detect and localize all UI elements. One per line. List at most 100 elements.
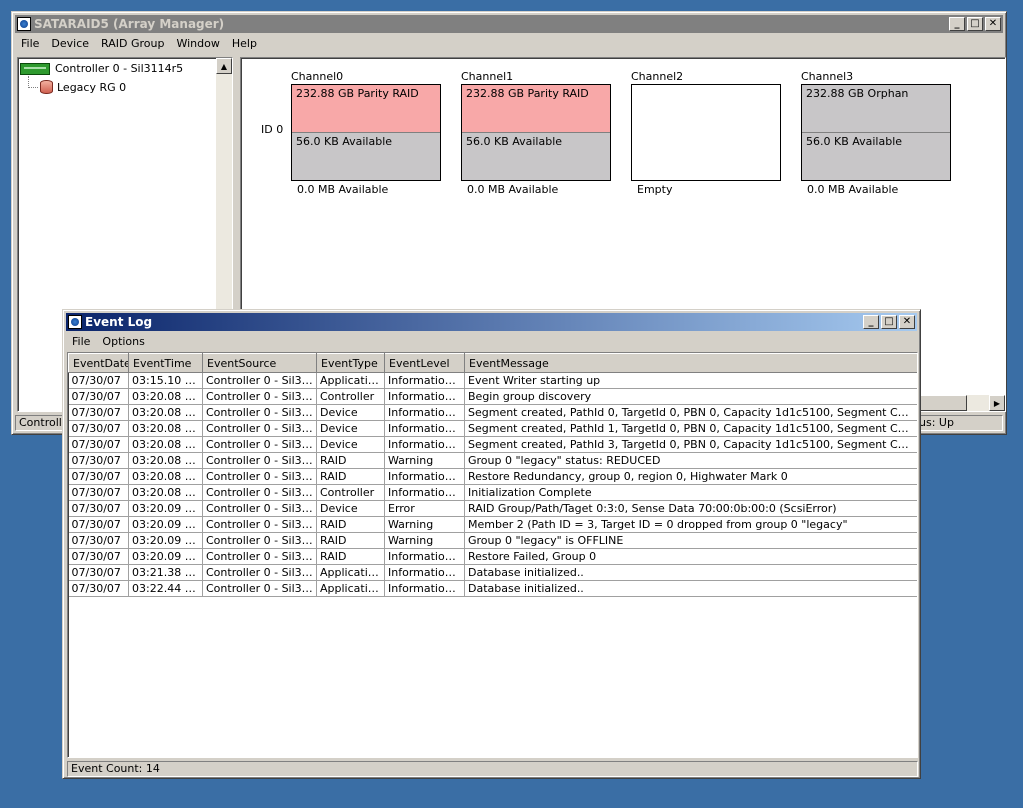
cell-level: Warning bbox=[384, 516, 465, 533]
scroll-right-button[interactable]: ▶ bbox=[989, 395, 1005, 411]
event-row[interactable]: 07/30/07 03:20.09 PM Controller 0 - Sil311… bbox=[68, 532, 917, 549]
col-header-eventmessage[interactable]: EventMessage bbox=[464, 353, 917, 373]
cell-type: Device bbox=[316, 404, 385, 421]
maximize-button[interactable]: □ bbox=[967, 17, 983, 31]
event-row[interactable]: 07/30/07 03:21.38 PM Controller 0 - Sil311… bbox=[68, 564, 917, 581]
event-row[interactable]: 07/30/07 03:20.09 PM Controller 0 - Sil311… bbox=[68, 548, 917, 565]
channel-1-raid-segment[interactable]: 232.88 GB Parity RAID bbox=[462, 85, 610, 133]
main-titlebar[interactable]: SATARAID5 (Array Manager) _ □ ✕ bbox=[15, 15, 1003, 33]
menu-file[interactable]: File bbox=[15, 37, 45, 50]
cell-date: 07/30/07 bbox=[68, 436, 129, 453]
cell-message: Member 2 (Path ID = 3, Target ID = 0 dro… bbox=[464, 516, 917, 533]
channel-1-available-segment[interactable]: 56.0 KB Available bbox=[462, 133, 610, 180]
scroll-up-button[interactable]: ▲ bbox=[216, 58, 232, 74]
event-log-maximize-button[interactable]: □ bbox=[881, 315, 897, 329]
cell-date: 07/30/07 bbox=[68, 372, 129, 389]
menu-window[interactable]: Window bbox=[170, 37, 225, 50]
minimize-button[interactable]: _ bbox=[949, 17, 965, 31]
channel-2-disk[interactable] bbox=[631, 84, 781, 181]
col-header-eventtype[interactable]: EventType bbox=[316, 353, 385, 373]
cell-time: 03:20.08 PM bbox=[128, 484, 203, 501]
app-icon bbox=[17, 17, 31, 31]
channel-0-disk[interactable]: 232.88 GB Parity RAID 56.0 KB Available bbox=[291, 84, 441, 181]
col-header-eventlevel[interactable]: EventLevel bbox=[384, 353, 465, 373]
cell-source: Controller 0 - Sil311... bbox=[202, 548, 317, 565]
cell-type: Application bbox=[316, 564, 385, 581]
cell-message: Begin group discovery bbox=[464, 388, 917, 405]
main-window-title: SATARAID5 (Array Manager) bbox=[34, 17, 225, 31]
cell-message: Group 0 "legacy" status: REDUCED bbox=[464, 452, 917, 469]
event-row[interactable]: 07/30/07 03:20.09 PM Controller 0 - Sil311… bbox=[68, 516, 917, 533]
cell-source: Controller 0 - Sil311... bbox=[202, 532, 317, 549]
channel-3-disk[interactable]: 232.88 GB Orphan 56.0 KB Available bbox=[801, 84, 951, 181]
close-button[interactable]: ✕ bbox=[985, 17, 1001, 31]
tree-item-raid-group[interactable]: Legacy RG 0 bbox=[40, 80, 126, 94]
cell-type: RAID bbox=[316, 548, 385, 565]
event-row[interactable]: 07/30/07 03:20.08 PM Controller 0 - Sil311… bbox=[68, 468, 917, 485]
menu-help[interactable]: Help bbox=[226, 37, 263, 50]
tree-item-controller[interactable]: Controller 0 - Sil3114r5 bbox=[20, 62, 183, 75]
col-header-eventdate[interactable]: EventDate bbox=[68, 353, 129, 373]
cell-time: 03:20.09 PM bbox=[128, 500, 203, 517]
event-row[interactable]: 07/30/07 03:15.10 PM Controller 0 - Sil311… bbox=[68, 372, 917, 389]
cell-time: 03:20.08 PM bbox=[128, 436, 203, 453]
cell-date: 07/30/07 bbox=[68, 404, 129, 421]
col-header-eventtime[interactable]: EventTime bbox=[128, 353, 203, 373]
event-row[interactable]: 07/30/07 03:20.08 PM Controller 0 - Sil311… bbox=[68, 484, 917, 501]
cell-type: Controller bbox=[316, 484, 385, 501]
cell-level: Informational bbox=[384, 580, 465, 597]
cell-type: Application bbox=[316, 580, 385, 597]
event-log-list[interactable]: EventDate EventTime EventSource EventTyp… bbox=[67, 352, 918, 758]
cell-level: Informational bbox=[384, 436, 465, 453]
menu-raid-group[interactable]: RAID Group bbox=[95, 37, 170, 50]
main-status-right: us: Up bbox=[915, 415, 1003, 431]
cell-time: 03:20.09 PM bbox=[128, 532, 203, 549]
channel-3-orphan-segment[interactable]: 232.88 GB Orphan bbox=[802, 85, 950, 133]
event-row[interactable]: 07/30/07 03:20.08 PM Controller 0 - Sil311… bbox=[68, 404, 917, 421]
event-row[interactable]: 07/30/07 03:20.08 PM Controller 0 - Sil311… bbox=[68, 420, 917, 437]
channel-1-disk[interactable]: 232.88 GB Parity RAID 56.0 KB Available bbox=[461, 84, 611, 181]
cell-type: Device bbox=[316, 500, 385, 517]
cell-time: 03:20.08 PM bbox=[128, 404, 203, 421]
event-log-menubar: File Options bbox=[66, 332, 917, 351]
cell-time: 03:21.38 PM bbox=[128, 564, 203, 581]
event-log-titlebar[interactable]: Event Log _ □ ✕ bbox=[66, 313, 917, 331]
menu-device[interactable]: Device bbox=[45, 37, 95, 50]
event-row[interactable]: 07/30/07 03:20.08 PM Controller 0 - Sil311… bbox=[68, 452, 917, 469]
cell-type: RAID bbox=[316, 452, 385, 469]
cell-message: Restore Failed, Group 0 bbox=[464, 548, 917, 565]
event-row[interactable]: 07/30/07 03:20.08 PM Controller 0 - Sil311… bbox=[68, 388, 917, 405]
cell-message: Segment created, PathId 3, TargetId 0, P… bbox=[464, 436, 917, 453]
channel-0-footer: 0.0 MB Available bbox=[297, 183, 389, 196]
channel-0-raid-segment[interactable]: 232.88 GB Parity RAID bbox=[292, 85, 440, 133]
main-menubar: File Device RAID Group Window Help bbox=[15, 34, 1003, 53]
cell-type: Device bbox=[316, 420, 385, 437]
cell-source: Controller 0 - Sil311... bbox=[202, 388, 317, 405]
event-table-header: EventDate EventTime EventSource EventTyp… bbox=[68, 353, 917, 373]
channel-0-available-segment[interactable]: 56.0 KB Available bbox=[292, 133, 440, 180]
cell-level: Informational bbox=[384, 404, 465, 421]
event-log-icon bbox=[68, 315, 82, 329]
event-row[interactable]: 07/30/07 03:22.44 PM Controller 0 - Sil311… bbox=[68, 580, 917, 597]
cell-level: Informational bbox=[384, 388, 465, 405]
channel-3-footer: 0.0 MB Available bbox=[807, 183, 899, 196]
cell-level: Informational bbox=[384, 548, 465, 565]
event-log-menu-file[interactable]: File bbox=[66, 335, 96, 348]
event-row[interactable]: 07/30/07 03:20.09 PM Controller 0 - Sil311… bbox=[68, 500, 917, 517]
event-log-menu-options[interactable]: Options bbox=[96, 335, 150, 348]
cell-type: RAID bbox=[316, 468, 385, 485]
cell-date: 07/30/07 bbox=[68, 388, 129, 405]
col-header-eventsource[interactable]: EventSource bbox=[202, 353, 317, 373]
cell-date: 07/30/07 bbox=[68, 500, 129, 517]
cell-type: Application bbox=[316, 372, 385, 389]
channel-3-available-segment[interactable]: 56.0 KB Available bbox=[802, 133, 950, 180]
event-log-close-button[interactable]: ✕ bbox=[899, 315, 915, 329]
cell-level: Error bbox=[384, 500, 465, 517]
cell-message: RAID Group/Path/Taget 0:3:0, Sense Data … bbox=[464, 500, 917, 517]
event-log-minimize-button[interactable]: _ bbox=[863, 315, 879, 329]
cell-source: Controller 0 - Sil311... bbox=[202, 564, 317, 581]
cell-source: Controller 0 - Sil311... bbox=[202, 580, 317, 597]
event-row[interactable]: 07/30/07 03:20.08 PM Controller 0 - Sil311… bbox=[68, 436, 917, 453]
cell-source: Controller 0 - Sil311... bbox=[202, 372, 317, 389]
event-log-window[interactable]: Event Log _ □ ✕ File Options EventDate E… bbox=[62, 309, 921, 779]
